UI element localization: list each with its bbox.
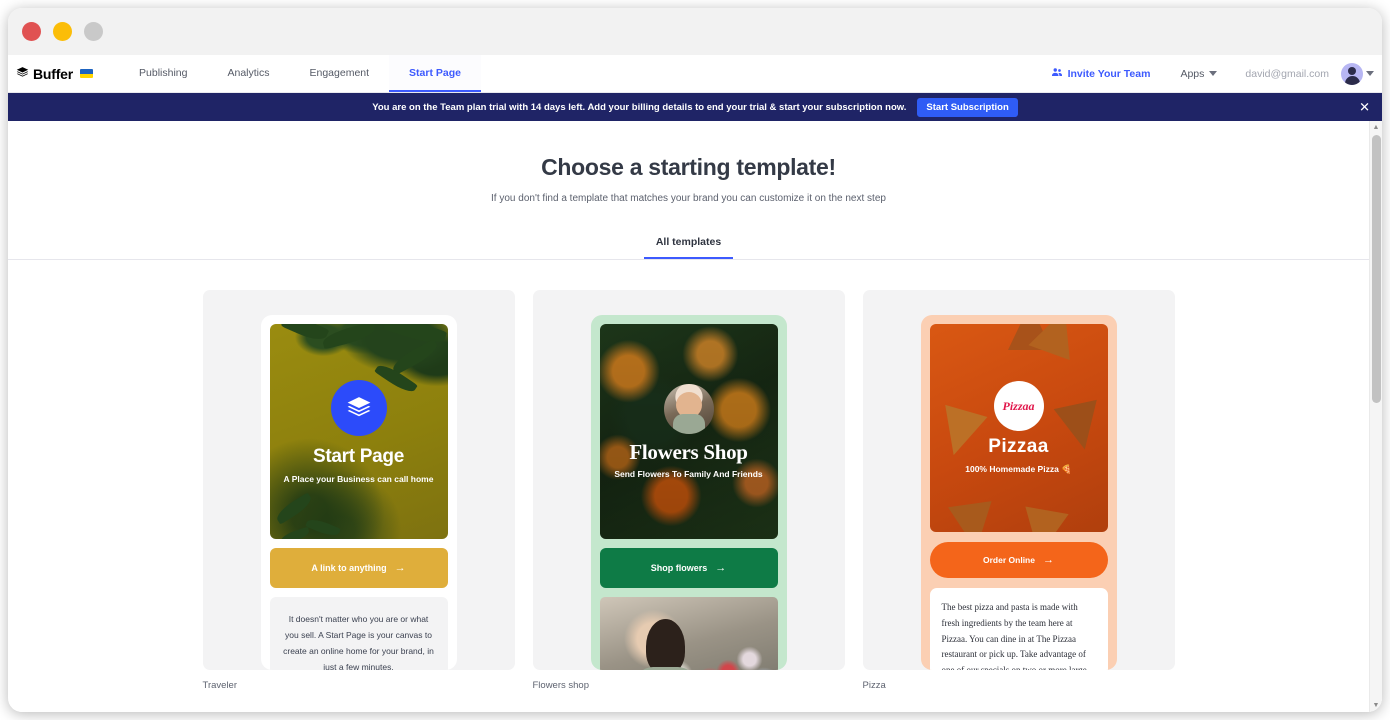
nav-tab-engagement[interactable]: Engagement — [290, 55, 390, 92]
arrow-right-icon: → — [715, 561, 727, 574]
scrollbar-thumb[interactable] — [1372, 135, 1381, 403]
traveler-subtitle: A Place your Business can call home — [283, 473, 434, 484]
primary-nav: Publishing Analytics Engagement Start Pa… — [119, 55, 481, 92]
people-icon — [1051, 66, 1063, 81]
template-column-pizza: Pizzaa Pizzaa 100% Homemade Pizza 🍕 Orde… — [862, 290, 1175, 691]
flowers-shop-label: Shop flowers — [650, 563, 708, 573]
flowers-subtitle: Send Flowers To Family And Friends — [614, 469, 763, 479]
template-label-pizza: Pizza — [862, 680, 886, 691]
browser-window: Buffer Publishing Analytics Engagement S… — [8, 8, 1382, 712]
page-header: Choose a starting template! If you don't… — [8, 121, 1369, 204]
window-maximize-button[interactable] — [84, 22, 103, 41]
nav-tab-start-page[interactable]: Start Page — [389, 55, 481, 92]
flowers-profile-photo — [663, 384, 714, 434]
template-column-traveler: Start Page A Place your Business can cal… — [202, 290, 515, 691]
invite-label: Invite Your Team — [1067, 67, 1151, 80]
template-preview-flowers-shop: Flowers Shop Send Flowers To Family And … — [590, 315, 787, 670]
avatar — [1341, 62, 1363, 85]
nav-tab-analytics[interactable]: Analytics — [207, 55, 289, 92]
flowers-shop-button[interactable]: Shop flowers → — [599, 548, 778, 588]
page-content: Choose a starting template! If you don't… — [8, 121, 1369, 712]
caret-down-icon[interactable]: ▼ — [1370, 699, 1382, 712]
pizzaa-logo-icon: Pizzaa — [993, 381, 1044, 431]
template-card-pizza[interactable]: Pizzaa Pizzaa 100% Homemade Pizza 🍕 Orde… — [862, 290, 1175, 670]
layers-icon — [16, 66, 29, 82]
tab-all-templates[interactable]: All templates — [643, 236, 734, 259]
template-card-traveler[interactable]: Start Page A Place your Business can cal… — [202, 290, 515, 670]
flowers-hero-image: Flowers Shop Send Flowers To Family And … — [599, 324, 778, 539]
template-tabs: All templates — [8, 236, 1369, 260]
buffer-layers-logo-icon — [330, 379, 387, 436]
start-subscription-button[interactable]: Start Subscription — [917, 97, 1018, 117]
app-navbar: Buffer Publishing Analytics Engagement S… — [8, 55, 1382, 93]
nav-tab-publishing[interactable]: Publishing — [119, 55, 207, 92]
flowers-title: Flowers Shop — [629, 440, 748, 464]
template-label-traveler: Traveler — [202, 680, 238, 691]
traveler-hero-image: Start Page A Place your Business can cal… — [269, 324, 448, 539]
buffer-logo[interactable]: Buffer — [8, 55, 103, 92]
vertical-scrollbar[interactable]: ▲ ▼ — [1369, 121, 1382, 712]
template-card-flowers-shop[interactable]: Flowers Shop Send Flowers To Family And … — [532, 290, 845, 670]
chevron-down-icon — [1366, 71, 1374, 76]
traveler-about-text: It doesn't matter who you are or what yo… — [269, 597, 448, 670]
window-close-button[interactable] — [22, 22, 41, 41]
pizzaa-logo-text: Pizzaa — [1002, 398, 1035, 413]
trial-banner: You are on the Team plan trial with 14 d… — [8, 93, 1382, 121]
template-grid: Start Page A Place your Business can cal… — [8, 260, 1369, 691]
pizza-subtitle: 100% Homemade Pizza 🍕 — [965, 464, 1072, 474]
pizza-hero-image: Pizzaa Pizzaa 100% Homemade Pizza 🍕 — [929, 324, 1108, 532]
ukraine-flag-icon — [80, 69, 94, 78]
navbar-right: Invite Your Team Apps david@gmail.com — [1037, 55, 1382, 92]
template-preview-pizza: Pizzaa Pizzaa 100% Homemade Pizza 🍕 Orde… — [920, 315, 1117, 670]
template-preview-traveler: Start Page A Place your Business can cal… — [260, 315, 457, 670]
window-minimize-button[interactable] — [53, 22, 72, 41]
arrow-right-icon: → — [1042, 553, 1054, 566]
pizza-title: Pizzaa — [988, 436, 1049, 457]
brand-name: Buffer — [33, 65, 74, 82]
template-column-flowers-shop: Flowers Shop Send Flowers To Family And … — [532, 290, 845, 691]
arrow-right-icon: → — [394, 561, 406, 574]
window-titlebar — [8, 8, 1382, 55]
chevron-down-icon — [1209, 71, 1218, 76]
page-scroll-area: Choose a starting template! If you don't… — [8, 121, 1382, 712]
account-email: david@gmail.com — [1245, 67, 1329, 80]
account-menu[interactable] — [1341, 62, 1374, 85]
traveler-link-button[interactable]: A link to anything → — [269, 548, 448, 588]
trial-banner-text: You are on the Team plan trial with 14 d… — [372, 101, 907, 113]
flowers-florist-photo — [599, 597, 778, 670]
template-label-flowers-shop: Flowers shop — [532, 680, 590, 691]
apps-label: Apps — [1180, 67, 1205, 80]
pizza-order-button[interactable]: Order Online → — [929, 542, 1108, 578]
page-subtitle: If you don't find a template that matche… — [491, 193, 886, 204]
invite-your-team-button[interactable]: Invite Your Team — [1037, 66, 1165, 81]
traveler-link-label: A link to anything — [311, 563, 387, 573]
pizza-about-text: The best pizza and pasta is made with fr… — [929, 588, 1108, 670]
close-icon[interactable]: ✕ — [1359, 101, 1370, 114]
traveler-title: Start Page — [313, 445, 404, 467]
caret-up-icon[interactable]: ▲ — [1370, 121, 1382, 134]
page-title: Choose a starting template! — [541, 154, 836, 180]
pizza-order-label: Order Online — [983, 555, 1035, 565]
apps-dropdown[interactable]: Apps — [1164, 68, 1233, 80]
